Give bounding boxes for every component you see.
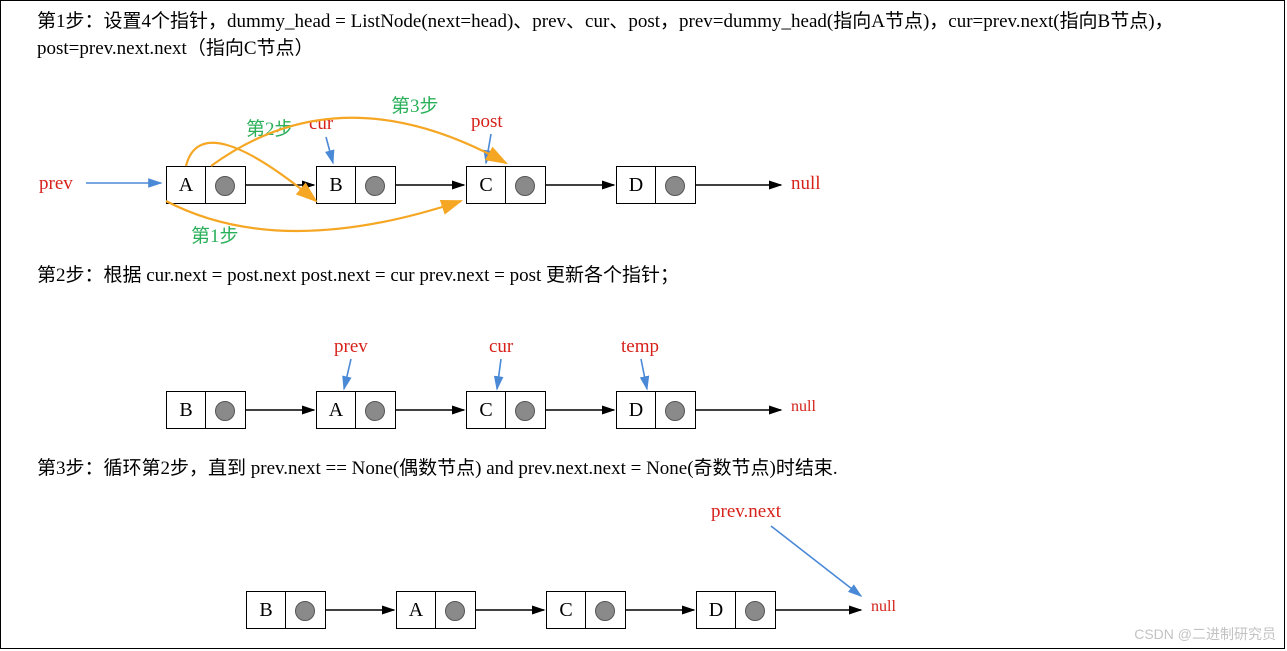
step3-text: 第3步：循环第2步，直到 prev.next == None(偶数节点) and… [37,456,1237,483]
node-label: B [167,392,205,428]
dot-icon [595,601,615,621]
label-arc1: 第1步 [191,221,239,248]
node-C-3: C [546,591,626,629]
dot-icon [665,176,685,196]
label-cur-2: cur [489,336,513,358]
node-D-1: D [616,166,696,204]
node-label: B [317,167,355,203]
label-arc3: 第3步 [391,91,439,118]
node-D-2: D [616,391,696,429]
dot-icon [745,601,765,621]
node-label: D [617,392,655,428]
node-label: C [467,392,505,428]
step2-text: 第2步：根据 cur.next = post.next post.next = … [37,263,1237,290]
label-null-1: null [791,173,821,195]
node-label: A [397,592,435,628]
dot-icon [365,176,385,196]
node-B-1: B [316,166,396,204]
node-C-1: C [466,166,546,204]
dot-icon [515,401,535,421]
node-D-3: D [696,591,776,629]
node-C-2: C [466,391,546,429]
node-label: C [547,592,585,628]
dot-icon [365,401,385,421]
label-temp-2: temp [621,336,659,358]
label-cur-1: cur [309,113,333,135]
node-B-2: B [166,391,246,429]
node-A-3: A [396,591,476,629]
dot-icon [665,401,685,421]
watermark: CSDN @二进制研究员 [1134,624,1276,644]
label-null-2: null [791,398,816,416]
label-prev-2: prev [334,336,368,358]
node-label: A [167,167,205,203]
label-null-3: null [871,598,896,616]
node-label: A [317,392,355,428]
node-label: D [697,592,735,628]
label-post-1: post [471,111,503,133]
dot-icon [215,401,235,421]
step1-text: 第1步：设置4个指针，dummy_head = ListNode(next=he… [37,9,1247,62]
dot-icon [515,176,535,196]
diagram-frame: 第1步：设置4个指针，dummy_head = ListNode(next=he… [0,0,1285,649]
label-prev-1: prev [39,173,73,195]
label-arc2: 第2步 [246,114,294,141]
node-A-1: A [166,166,246,204]
dot-icon [215,176,235,196]
dot-icon [445,601,465,621]
dot-icon [295,601,315,621]
node-A-2: A [316,391,396,429]
node-label: B [247,592,285,628]
node-B-3: B [246,591,326,629]
node-label: D [617,167,655,203]
label-prevnext-3: prev.next [711,501,781,523]
arrows-layer [1,1,1286,650]
node-label: C [467,167,505,203]
